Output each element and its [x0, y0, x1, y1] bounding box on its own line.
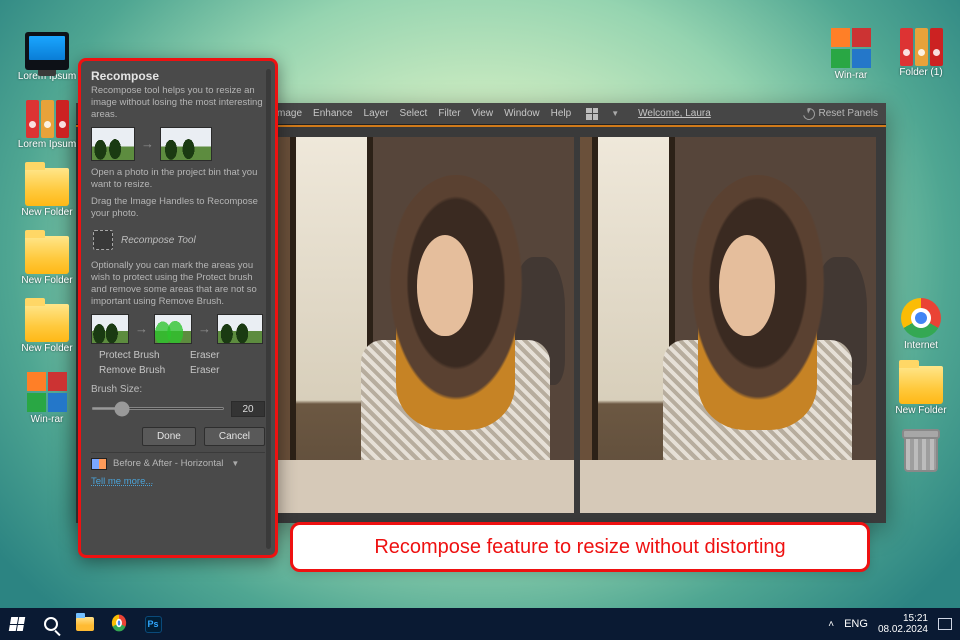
file-explorer-icon: [76, 617, 94, 631]
arrow-icon: →: [141, 136, 154, 151]
file-explorer-button[interactable]: [68, 608, 102, 640]
thumb-marked: [154, 314, 192, 344]
cancel-button[interactable]: Cancel: [204, 427, 265, 446]
menu-help[interactable]: Help: [551, 108, 572, 119]
icon-label: Win-rar: [16, 414, 78, 425]
menu-layer[interactable]: Layer: [364, 108, 389, 119]
step-drag: Drag the Image Handles to Recompose your…: [91, 196, 265, 220]
icon-label: Lorem Ipsum: [16, 139, 78, 150]
photoshop-icon: Ps: [145, 616, 162, 633]
icon-label: New Folder: [16, 207, 78, 218]
before-after-selector[interactable]: Before & After - Horizontal ▼: [91, 452, 265, 470]
thumb-before: [91, 127, 135, 161]
desktop-new-folder-3[interactable]: New Folder: [16, 304, 78, 354]
panel-intro: Recompose tool helps you to resize an im…: [91, 85, 265, 121]
arrow-icon: →: [135, 321, 148, 336]
thumb-row-resize: →: [91, 127, 265, 161]
eraser-2-label: Eraser: [190, 365, 265, 376]
desktop-new-folder-2[interactable]: New Folder: [16, 236, 78, 286]
notifications-icon[interactable]: [938, 618, 952, 630]
menu-enhance[interactable]: Enhance: [313, 108, 352, 119]
thumb-after: [160, 127, 212, 161]
icon-label: Folder (1): [890, 67, 952, 78]
arrow-icon: →: [198, 321, 211, 336]
remove-brush-label: Remove Brush: [99, 365, 174, 376]
thumb-orig: [91, 314, 129, 344]
photoshop-taskbar-button[interactable]: Ps: [136, 608, 170, 640]
recompose-tool-button[interactable]: Recompose Tool: [91, 226, 265, 254]
windows-icon: [9, 617, 25, 631]
icon-label: New Folder: [890, 405, 952, 416]
done-button[interactable]: Done: [142, 427, 196, 446]
chevron-down-icon: ▼: [231, 459, 239, 468]
menu-window[interactable]: Window: [504, 108, 540, 119]
menu-image[interactable]: Image: [274, 108, 302, 119]
search-button[interactable]: [34, 608, 68, 640]
layout-grid-icon[interactable]: [586, 108, 598, 120]
start-button[interactable]: [0, 608, 34, 640]
desktop-new-folder-r[interactable]: New Folder: [890, 366, 952, 416]
desktop-winrar-left[interactable]: Win-rar: [16, 372, 78, 425]
menu-select[interactable]: Select: [400, 108, 428, 119]
after-photo: [580, 137, 876, 513]
icon-label: New Folder: [16, 343, 78, 354]
step-open: Open a photo in the project bin that you…: [91, 167, 265, 191]
chrome-icon: [112, 615, 126, 632]
desktop-trash[interactable]: [890, 434, 952, 474]
tray-chevron-icon[interactable]: ˄: [828, 619, 834, 630]
step-optional: Optionally you can mark the areas you wi…: [91, 260, 265, 308]
desktop-new-folder-1[interactable]: New Folder: [16, 168, 78, 218]
tray-lang[interactable]: ENG: [844, 618, 868, 630]
chevron-down-icon: ▼: [611, 109, 619, 118]
recompose-panel: Recompose Recompose tool helps you to re…: [78, 58, 278, 558]
scrollbar[interactable]: [266, 69, 271, 549]
desktop-folder-1[interactable]: Folder (1): [890, 28, 952, 78]
before-after-icon: [91, 458, 107, 470]
brush-size-slider[interactable]: [91, 407, 225, 410]
chrome-taskbar-button[interactable]: [102, 608, 136, 640]
welcome-link[interactable]: Welcome, Laura: [638, 108, 711, 119]
protect-brush-label: Protect Brush: [99, 350, 174, 361]
search-icon: [44, 617, 58, 631]
recompose-tool-icon: [93, 230, 113, 250]
desktop-winrar-top[interactable]: Win-rar: [820, 28, 882, 81]
taskbar: Ps ˄ ENG 15:21 08.02.2024: [0, 608, 960, 640]
panel-title: Recompose: [91, 69, 265, 83]
icon-label: New Folder: [16, 275, 78, 286]
reset-icon: [800, 105, 816, 121]
menu-view[interactable]: View: [472, 108, 494, 119]
desktop-lorem-ipsum-books[interactable]: Lorem Ipsum: [16, 100, 78, 150]
desktop-internet[interactable]: Internet: [890, 298, 952, 351]
menu-filter[interactable]: Filter: [438, 108, 460, 119]
thumb-row-mark: → →: [91, 314, 265, 344]
brush-size-label: Brush Size:: [91, 384, 265, 395]
tell-me-more-link[interactable]: Tell me more...: [91, 476, 153, 487]
before-photo: [278, 137, 574, 513]
reset-panels-button[interactable]: Reset Panels: [803, 108, 878, 120]
tray-clock[interactable]: 15:21 08.02.2024: [878, 613, 928, 635]
eraser-1-label: Eraser: [190, 350, 265, 361]
thumb-result: [217, 314, 263, 344]
icon-label: Win-rar: [820, 70, 882, 81]
desktop-lorem-ipsum-monitor[interactable]: Lorem Ipsum: [16, 32, 78, 82]
brush-size-value[interactable]: 20: [231, 401, 265, 417]
callout-banner: Recompose feature to resize without dist…: [290, 522, 870, 572]
icon-label: Internet: [890, 340, 952, 351]
